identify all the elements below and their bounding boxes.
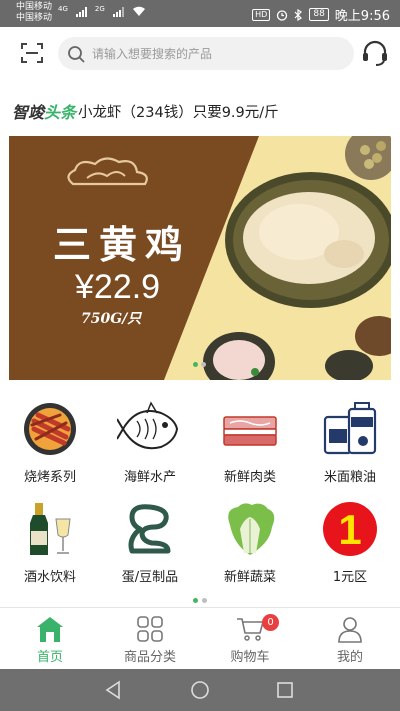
bottom-tab-bar: 首页 商品分类 0 购物车 我的 — [0, 607, 400, 669]
banner-price: ¥22.9 — [75, 268, 161, 306]
fish-icon — [117, 401, 179, 450]
customer-service-icon[interactable] — [360, 38, 390, 68]
network-type-1: 4G — [58, 5, 68, 13]
bluetooth-icon — [294, 8, 303, 21]
pager-dot[interactable] — [193, 598, 198, 603]
wifi-icon — [132, 6, 145, 16]
category-seafood[interactable]: 海鲜水产 — [100, 393, 200, 493]
category-vegetables[interactable]: 新鲜蔬菜 — [200, 493, 300, 593]
back-icon[interactable] — [103, 680, 123, 700]
banner-dot[interactable] — [201, 362, 206, 367]
tab-categories[interactable]: 商品分类 — [100, 608, 200, 670]
clock: 晚上9:56 — [334, 9, 390, 24]
tab-label: 购物车 — [230, 650, 270, 665]
cart-badge: 0 — [262, 614, 279, 631]
home-button-icon[interactable] — [190, 680, 210, 700]
one-yuan-icon: 1 — [323, 502, 377, 556]
tab-label: 我的 — [336, 650, 363, 665]
category-label: 蛋/豆制品 — [121, 570, 179, 585]
category-label: 酒水饮料 — [23, 570, 76, 585]
category-label: 海鲜水产 — [123, 470, 176, 485]
pager-dot[interactable] — [202, 598, 207, 603]
cabbage-icon — [228, 503, 275, 555]
category-one-yuan[interactable]: 1 1元区 — [300, 493, 400, 593]
network-type-2: 2G — [94, 5, 105, 13]
search-icon — [68, 45, 85, 63]
headline-brand-accent: 头条 — [44, 103, 77, 122]
banner-dot[interactable] — [193, 362, 198, 367]
headline-brand: 智竣 — [12, 103, 45, 122]
egg-tofu-icon — [128, 504, 171, 554]
headline-text: 小龙虾（234钱）只要9.9元/斤 — [78, 104, 279, 121]
tab-profile[interactable]: 我的 — [300, 608, 400, 670]
signal-bars-icon — [112, 7, 124, 17]
banner-unit: 750G/只 — [81, 311, 142, 327]
tab-label: 商品分类 — [123, 650, 176, 665]
category-label: 新鲜蔬菜 — [223, 570, 276, 585]
tab-label: 首页 — [36, 650, 63, 665]
carrier-1: 中国移动 — [16, 2, 53, 12]
scan-icon[interactable] — [20, 41, 44, 65]
banner-title: 三黄鸡 — [53, 222, 192, 267]
search-header — [0, 27, 400, 80]
category-label: 1元区 — [332, 570, 368, 585]
category-label: 米面粮油 — [323, 470, 376, 485]
hd-badge: HD — [252, 8, 271, 21]
system-nav-bar — [0, 669, 400, 711]
signal-bars-icon — [75, 7, 87, 17]
status-right: HD 88 晚上9:56 — [252, 5, 390, 24]
category-egg-tofu[interactable]: 蛋/豆制品 — [100, 493, 200, 593]
category-grain-oil[interactable]: 米面粮油 — [300, 393, 400, 493]
home-icon — [37, 617, 63, 642]
grain-oil-icon — [323, 402, 377, 455]
bbq-grill-icon — [24, 403, 76, 455]
tab-home[interactable]: 首页 — [0, 608, 100, 670]
cloud-ornament-icon — [67, 157, 148, 186]
one-yuan-badge-text: 1 — [338, 506, 361, 553]
category-grid-icon — [137, 616, 163, 642]
tab-cart[interactable]: 0 购物车 — [200, 608, 300, 670]
search-input[interactable] — [92, 46, 332, 61]
banner-indicator — [193, 362, 206, 367]
category-label: 新鲜肉类 — [223, 470, 276, 485]
alarm-icon — [277, 9, 288, 21]
cart-icon — [237, 618, 264, 641]
status-bar: 中国移动 中国移动 4G 2G HD 88 晚上9:56 — [0, 0, 400, 27]
meat-icon — [223, 416, 277, 446]
carrier-2: 中国移动 — [16, 13, 53, 23]
category-grid: 烧烤系列 海鲜水产 新鲜肉类 米面粮油 酒水饮料 蛋/豆制品 新鲜蔬菜 1 1元… — [0, 393, 400, 593]
carrier-info: 中国移动 中国移动 — [16, 2, 52, 24]
recents-icon[interactable] — [275, 680, 295, 700]
signal-area: 4G 2G — [58, 5, 146, 17]
category-meat[interactable]: 新鲜肉类 — [200, 393, 300, 493]
search-bar[interactable] — [58, 37, 354, 70]
user-icon — [338, 617, 362, 643]
category-label: 烧烤系列 — [23, 470, 76, 485]
category-drinks[interactable]: 酒水饮料 — [0, 493, 100, 593]
category-pager — [193, 598, 207, 603]
category-bbq[interactable]: 烧烤系列 — [0, 393, 100, 493]
promo-banner[interactable]: 三黄鸡 ¥22.9 750G/只 — [9, 136, 391, 380]
wine-bottle-icon — [30, 503, 71, 555]
news-headline[interactable]: 智竣 头条 小龙虾（234钱）只要9.9元/斤 — [12, 96, 392, 126]
battery-icon: 88 — [309, 8, 329, 21]
